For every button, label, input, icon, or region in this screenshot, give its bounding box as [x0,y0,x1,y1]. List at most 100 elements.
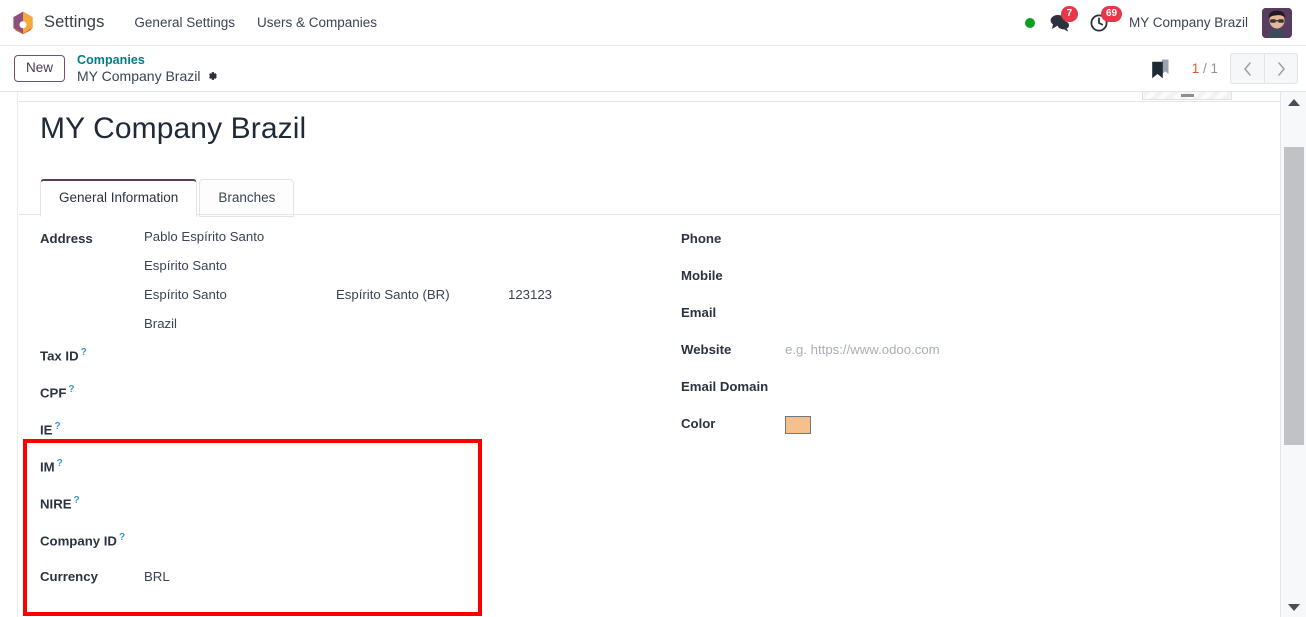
new-record-button[interactable]: New [14,54,66,83]
form-column-left: Address Pablo Espírito Santo Espírito Sa… [19,228,659,603]
navbar-right-group: 7 69 MY Company Brazil [1024,5,1296,38]
scroll-up-arrow-icon[interactable] [1281,92,1306,112]
user-avatar[interactable] [1262,7,1292,38]
pager-separator: / [1199,61,1211,76]
color-swatch[interactable] [785,416,811,434]
notebook-tabs: General Information Branches [40,178,296,218]
im-help-icon[interactable]: ? [57,458,63,469]
control-panel-right: 1 / 1 [1150,53,1298,84]
address-line-2: Espírito Santo [144,257,552,286]
nav-item-users-and-companies[interactable]: Users & Companies [249,11,385,34]
field-row-color: Color [681,413,1259,450]
email-label: Email [681,305,717,320]
presence-dot-online-icon[interactable] [1024,17,1035,28]
field-row-ie: IE? [40,418,659,455]
vertical-scrollbar[interactable] [1280,92,1306,617]
field-row-cpf: CPF? [40,381,659,418]
company-logo-upload[interactable] [1142,92,1232,100]
current-company-menu[interactable]: MY Company Brazil [1129,15,1248,30]
address-street2[interactable]: Espírito Santo [144,257,227,274]
gear-icon[interactable] [207,69,221,83]
field-row-company-id: Company ID? [40,529,659,566]
form-view-area: MY Company Brazil General Information Br… [0,92,1306,617]
pager-value[interactable]: 1 / 1 [1192,61,1218,76]
top-navbar: Settings General Settings Users & Compan… [0,0,1306,46]
pager-total: 1 [1210,61,1218,76]
address-field-group: Address Pablo Espírito Santo Espírito Sa… [40,228,659,344]
chevron-right-icon [1277,61,1285,76]
field-row-website: Website e.g. https://www.odoo.com [681,339,1259,376]
tax-id-label: Tax ID? [40,344,144,365]
pager-next-button[interactable] [1264,53,1298,84]
currency-input[interactable]: BRL [144,566,170,585]
messages-button[interactable]: 7 [1049,5,1078,35]
company-id-help-icon[interactable]: ? [119,532,125,543]
tax-id-help-icon[interactable]: ? [81,347,87,358]
website-input[interactable]: e.g. https://www.odoo.com [785,339,940,358]
control-panel: New Companies MY Company Brazil 1 / 1 [0,46,1306,92]
ie-label: IE? [40,418,144,439]
nire-help-icon[interactable]: ? [74,495,80,506]
messages-badge: 7 [1060,5,1078,22]
activities-badge: 69 [1100,5,1123,22]
tab-general-information[interactable]: General Information [40,179,198,218]
ie-help-icon[interactable]: ? [54,421,60,432]
address-country[interactable]: Brazil [144,315,177,332]
tax-id-label-text: Tax ID [40,348,79,364]
chevron-left-icon [1244,61,1251,76]
address-lines: Pablo Espírito Santo Espírito Santo Espí… [144,228,552,344]
logo-placeholder-dash-icon [1180,94,1194,97]
address-city[interactable]: Espírito Santo [144,286,336,303]
field-row-nire: NIRE? [40,492,659,529]
website-label: Website [681,342,732,357]
breadcrumb-item-companies[interactable]: Companies [77,53,221,67]
breadcrumb-item-current: MY Company Brazil [77,68,201,85]
activities-button[interactable]: 69 [1089,5,1123,35]
nire-label-text: NIRE [40,496,72,512]
cpf-label: CPF? [40,381,144,402]
address-label: Address [40,231,93,246]
field-row-currency: Currency BRL [40,566,659,603]
address-line-1: Pablo Espírito Santo [144,228,552,257]
address-line-3: Espírito Santo Espírito Santo (BR) 12312… [144,286,552,315]
form-columns: Address Pablo Espírito Santo Espírito Sa… [19,228,1280,603]
color-label: Color [681,416,716,431]
address-street[interactable]: Pablo Espírito Santo [144,228,264,245]
field-row-email: Email [681,302,1259,339]
tab-branches[interactable]: Branches [199,179,295,218]
ie-label-text: IE [40,422,53,438]
nav-item-general-settings[interactable]: General Settings [126,11,243,34]
address-zip[interactable]: 123123 [508,286,552,303]
page-title[interactable]: MY Company Brazil [40,112,306,145]
mobile-label: Mobile [681,268,723,283]
nire-label: NIRE? [40,492,144,513]
email-domain-label: Email Domain [681,379,769,394]
field-row-email-domain: Email Domain [681,376,1259,413]
im-label-text: IM [40,459,55,475]
phone-label: Phone [681,231,722,246]
form-sheet: MY Company Brazil General Information Br… [19,92,1280,617]
sheet-left-gutter [0,92,18,617]
im-label: IM? [40,455,144,476]
field-row-phone: Phone [681,228,1259,265]
address-line-4: Brazil [144,315,552,344]
address-state[interactable]: Espírito Santo (BR) [336,286,508,303]
form-column-right: Phone Mobile Email Website e.g. https://… [659,228,1259,603]
tabs-bottom-divider [19,214,1280,215]
bookmark-icon[interactable] [1150,58,1170,79]
odoo-hexagon-logo[interactable] [12,11,34,35]
breadcrumb: Companies MY Company Brazil [77,53,221,84]
app-name[interactable]: Settings [44,13,104,32]
pager-previous-button[interactable] [1230,53,1264,84]
company-id-label: Company ID? [40,529,144,550]
field-row-im: IM? [40,455,659,492]
avatar-image [1262,7,1292,38]
cpf-help-icon[interactable]: ? [68,384,74,395]
field-row-tax-id: Tax ID? [40,344,659,381]
currency-label: Currency [40,569,98,584]
company-id-label-text: Company ID [40,533,117,549]
scrollbar-thumb[interactable] [1284,147,1304,445]
breadcrumb-current-row: MY Company Brazil [77,68,221,84]
field-row-mobile: Mobile [681,265,1259,302]
scroll-down-arrow-icon[interactable] [1281,597,1306,617]
